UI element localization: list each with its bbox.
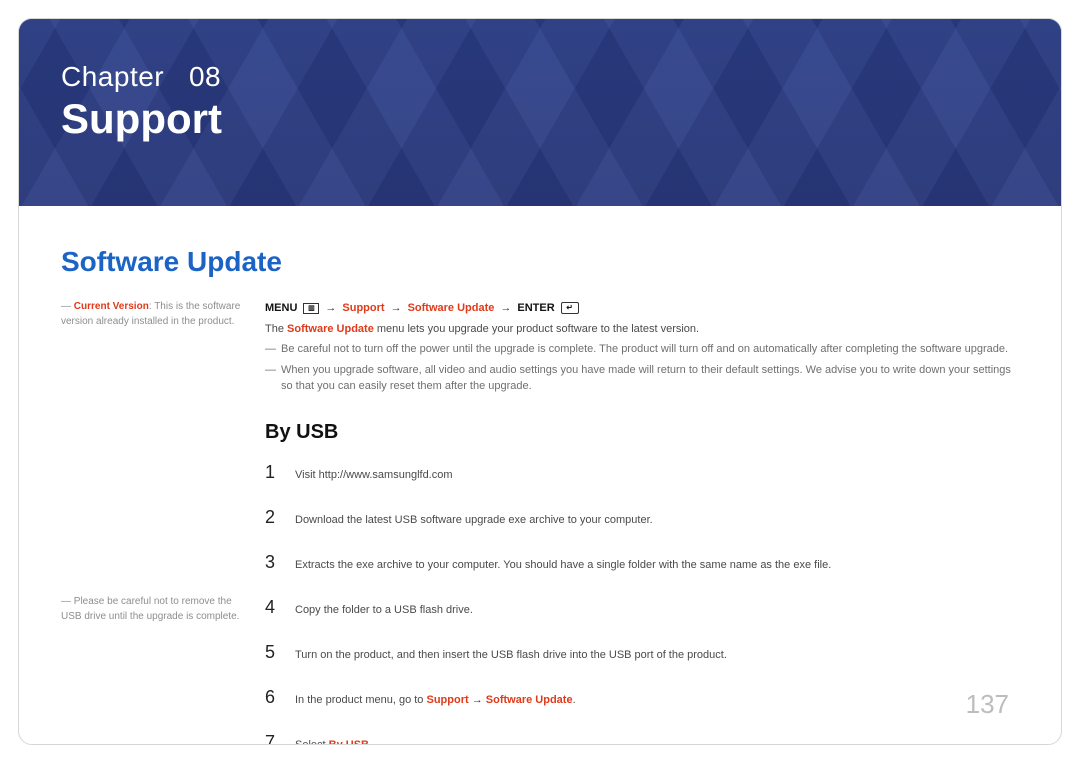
enter-icon: ↵ bbox=[561, 302, 579, 314]
step-text: Select By USB. bbox=[295, 737, 1019, 746]
step7-highlight: By USB bbox=[329, 739, 369, 746]
arrow-icon: → bbox=[500, 300, 511, 317]
step6-suffix: . bbox=[573, 694, 576, 706]
steps-list: Visit http://www.samsunglfd.com Download… bbox=[265, 459, 1019, 746]
step-text: Copy the folder to a USB flash drive. bbox=[295, 602, 1019, 619]
document-page: Chapter 08 Support Software Update Curre… bbox=[18, 18, 1062, 745]
page-number: 137 bbox=[966, 689, 1009, 720]
menu-label: MENU bbox=[265, 300, 297, 317]
sidebar-notes: Current Version: This is the software ve… bbox=[61, 300, 241, 745]
tip-note: Be careful not to turn off the power unt… bbox=[265, 341, 1019, 358]
step-item: Visit http://www.samsunglfd.com bbox=[265, 459, 1019, 486]
chapter-label-line: Chapter 08 bbox=[61, 61, 222, 93]
sidebar-note-current-version: Current Version: This is the software ve… bbox=[61, 300, 241, 329]
menu-icon: ▥ bbox=[303, 303, 319, 314]
step-item: Extracts the exe archive to your compute… bbox=[265, 549, 1019, 576]
step-text: Turn on the product, and then insert the… bbox=[295, 647, 1019, 664]
desc-prefix: The bbox=[265, 323, 287, 335]
step-text: In the product menu, go to Support → Sof… bbox=[295, 692, 1019, 709]
by-usb-heading: By USB bbox=[265, 417, 1019, 447]
step-item: Turn on the product, and then insert the… bbox=[265, 639, 1019, 666]
tip-text: When you upgrade software, all video and… bbox=[281, 364, 1011, 393]
menu-path-support: Support bbox=[342, 300, 384, 317]
step7-prefix: Select bbox=[295, 739, 329, 746]
arrow-icon: → bbox=[391, 300, 402, 317]
step-text: Download the latest USB software upgrade… bbox=[295, 512, 1019, 529]
content-area: Software Update Current Version: This is… bbox=[61, 246, 1019, 720]
step6-support: Support bbox=[426, 694, 468, 706]
two-column-layout: Current Version: This is the software ve… bbox=[61, 300, 1019, 745]
step-text: Visit http://www.samsunglfd.com bbox=[295, 467, 1019, 484]
step7-suffix: . bbox=[369, 739, 372, 746]
tip-text: Be careful not to turn off the power unt… bbox=[281, 343, 1008, 355]
step-text: Extracts the exe archive to your compute… bbox=[295, 557, 1019, 574]
banner-text: Chapter 08 Support bbox=[61, 61, 222, 143]
step-item: Copy the folder to a USB flash drive. bbox=[265, 594, 1019, 621]
description-line: The Software Update menu lets you upgrad… bbox=[265, 321, 1019, 338]
chapter-title: Support bbox=[61, 95, 222, 143]
menu-path: MENU ▥ → Support → Software Update → ENT… bbox=[265, 300, 1019, 317]
menu-path-software-update: Software Update bbox=[408, 300, 495, 317]
section-title: Software Update bbox=[61, 246, 1019, 278]
sidebar-note-usb-warning: Please be careful not to remove the USB … bbox=[61, 595, 241, 624]
chapter-banner: Chapter 08 Support bbox=[19, 19, 1061, 206]
sidebar-spacer bbox=[61, 335, 241, 595]
main-content: MENU ▥ → Support → Software Update → ENT… bbox=[265, 300, 1019, 745]
chapter-label: Chapter bbox=[61, 61, 164, 92]
step-item: Download the latest USB software upgrade… bbox=[265, 504, 1019, 531]
step6-prefix: In the product menu, go to bbox=[295, 694, 426, 706]
desc-highlight: Software Update bbox=[287, 323, 374, 335]
arrow-icon: → bbox=[325, 300, 336, 317]
current-version-label: Current Version bbox=[74, 301, 149, 312]
arrow-icon: → bbox=[472, 694, 483, 706]
desc-suffix: menu lets you upgrade your product softw… bbox=[374, 323, 699, 335]
step-item: In the product menu, go to Support → Sof… bbox=[265, 684, 1019, 711]
step-item: Select By USB. bbox=[265, 729, 1019, 746]
enter-label: ENTER bbox=[517, 300, 554, 317]
chapter-number: 08 bbox=[189, 61, 221, 92]
usb-warning-text: Please be careful not to remove the USB … bbox=[61, 596, 239, 622]
tip-note: When you upgrade software, all video and… bbox=[265, 362, 1019, 395]
step6-update: Software Update bbox=[486, 694, 573, 706]
